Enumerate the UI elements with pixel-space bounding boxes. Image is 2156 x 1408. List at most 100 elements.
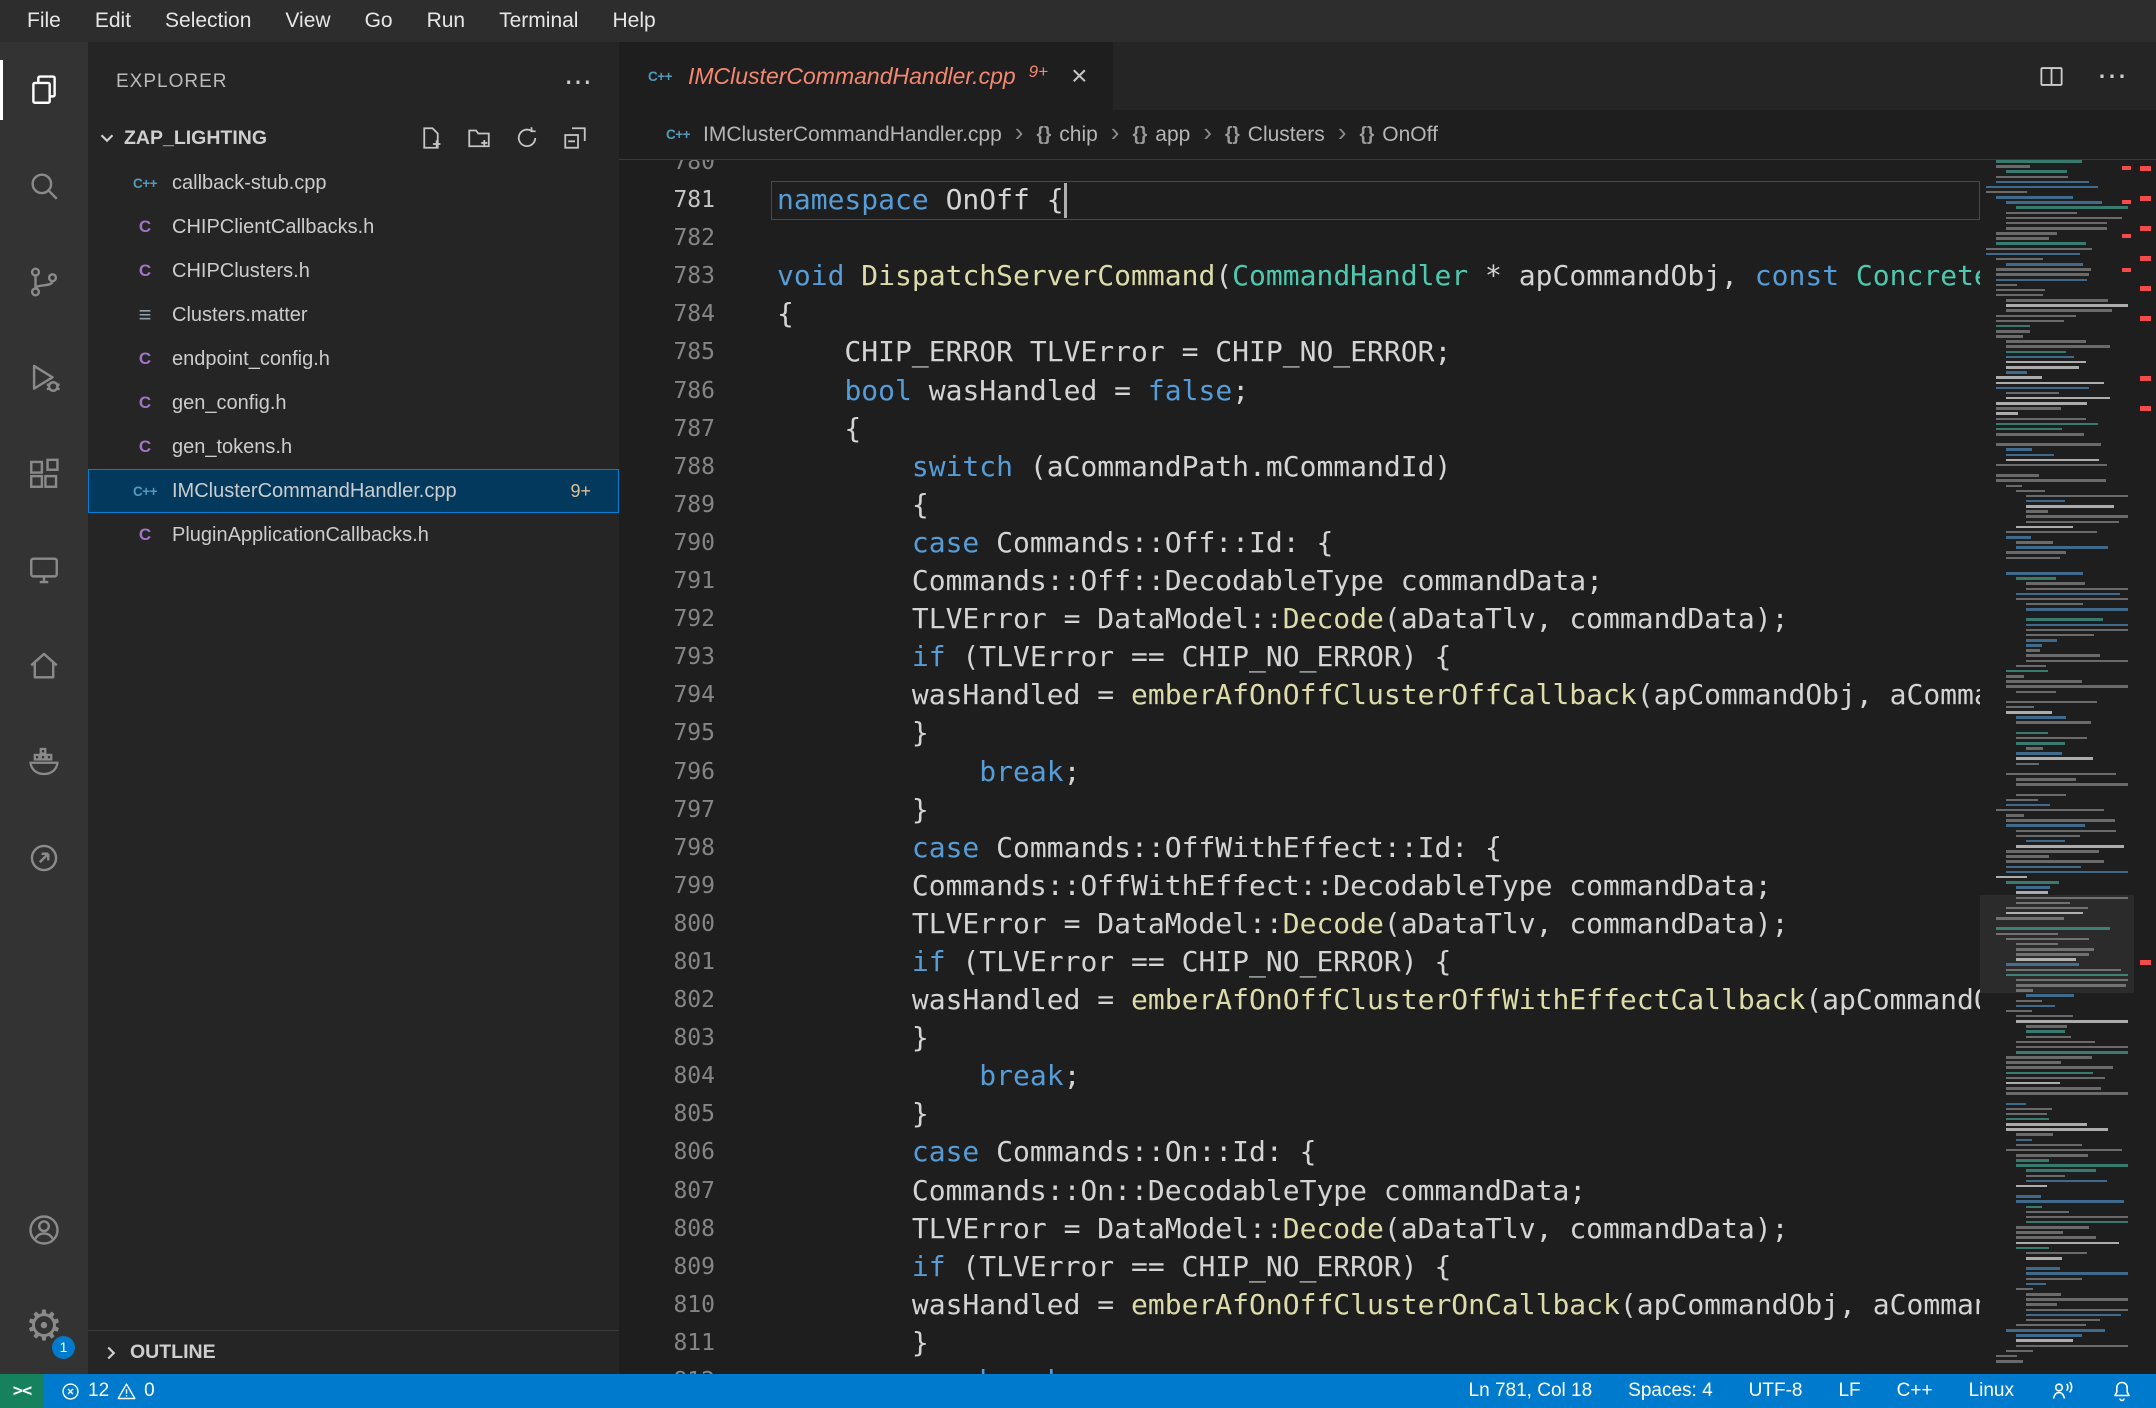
activity-remote-explorer[interactable] bbox=[0, 522, 88, 618]
line-number[interactable]: 802 bbox=[619, 981, 715, 1019]
menu-view[interactable]: View bbox=[268, 0, 347, 42]
new-folder-icon[interactable] bbox=[467, 126, 491, 150]
line-number[interactable]: 809 bbox=[619, 1248, 715, 1286]
code-line[interactable]: } bbox=[777, 714, 1980, 752]
minimap[interactable] bbox=[1980, 160, 2134, 1374]
problems-status[interactable]: 12 0 bbox=[44, 1374, 171, 1408]
code-line[interactable]: { bbox=[777, 295, 1980, 333]
code-line[interactable]: if (TLVError == CHIP_NO_ERROR) { bbox=[777, 1248, 1980, 1286]
menu-edit[interactable]: Edit bbox=[78, 0, 148, 42]
code-line[interactable] bbox=[777, 160, 1980, 181]
code-line[interactable]: } bbox=[777, 1324, 1980, 1362]
code-line[interactable]: TLVError = DataModel::Decode(aDataTlv, c… bbox=[777, 905, 1980, 943]
file-item[interactable]: C PluginApplicationCallbacks.h bbox=[88, 513, 619, 557]
line-number[interactable]: 787 bbox=[619, 410, 715, 448]
feedback-icon[interactable] bbox=[2050, 1379, 2074, 1403]
file-item[interactable]: ≡ Clusters.matter bbox=[88, 293, 619, 337]
line-number[interactable]: 800 bbox=[619, 905, 715, 943]
file-item[interactable]: Cendpoint_config.h bbox=[88, 337, 619, 381]
code-line[interactable]: case Commands::OffWithEffect::Id: { bbox=[777, 829, 1980, 867]
refresh-icon[interactable] bbox=[515, 126, 539, 150]
code-line[interactable]: wasHandled = emberAfOnOffClusterOffWithE… bbox=[777, 981, 1980, 1019]
file-item[interactable]: Cgen_config.h bbox=[88, 381, 619, 425]
line-number[interactable]: 794 bbox=[619, 676, 715, 714]
breadcrumb-symbol[interactable]: OnOff bbox=[1382, 123, 1438, 147]
file-item[interactable]: C CHIPClientCallbacks.h bbox=[88, 205, 619, 249]
activity-account[interactable] bbox=[0, 1182, 88, 1278]
eol-sequence[interactable]: LF bbox=[1838, 1380, 1860, 1402]
line-number[interactable]: 810 bbox=[619, 1286, 715, 1324]
editor-more-icon[interactable]: ⋯ bbox=[2097, 59, 2128, 94]
menu-file[interactable]: File bbox=[10, 0, 78, 42]
new-file-icon[interactable] bbox=[419, 126, 443, 150]
indentation[interactable]: Spaces: 4 bbox=[1628, 1380, 1713, 1402]
tab-imclustercommandhandler[interactable]: C++ IMClusterCommandHandler.cpp 9+ × bbox=[619, 42, 1114, 110]
line-number[interactable]: 792 bbox=[619, 600, 715, 638]
line-number[interactable]: 795 bbox=[619, 714, 715, 752]
line-number[interactable]: 803 bbox=[619, 1019, 715, 1057]
file-item[interactable]: C++ callback-stub.cpp bbox=[88, 161, 619, 205]
line-number[interactable]: 790 bbox=[619, 524, 715, 562]
menu-go[interactable]: Go bbox=[348, 0, 410, 42]
breadcrumb-symbol[interactable]: Clusters bbox=[1248, 123, 1325, 147]
line-number[interactable]: 781 bbox=[619, 181, 715, 219]
folder-section-header[interactable]: ZAP_LIGHTING bbox=[88, 121, 619, 155]
code-line[interactable]: namespace OnOff { bbox=[777, 181, 1980, 219]
code-line[interactable]: } bbox=[777, 1019, 1980, 1057]
remote-indicator[interactable]: >< bbox=[0, 1374, 44, 1408]
menu-terminal[interactable]: Terminal bbox=[482, 0, 595, 42]
line-number[interactable]: 789 bbox=[619, 486, 715, 524]
menu-help[interactable]: Help bbox=[595, 0, 672, 42]
line-number[interactable]: 784 bbox=[619, 295, 715, 333]
code-line[interactable]: wasHandled = emberAfOnOffClusterOnCallba… bbox=[777, 1286, 1980, 1324]
code-line[interactable]: Commands::On::DecodableType commandData; bbox=[777, 1172, 1980, 1210]
line-number[interactable]: 798 bbox=[619, 829, 715, 867]
breadcrumb-symbol[interactable]: chip bbox=[1059, 123, 1098, 147]
line-number[interactable]: 783 bbox=[619, 257, 715, 295]
code-line[interactable]: } bbox=[777, 1095, 1980, 1133]
collapse-all-icon[interactable] bbox=[563, 126, 587, 150]
overview-ruler[interactable] bbox=[2134, 160, 2156, 1374]
activity-source-control[interactable] bbox=[0, 234, 88, 330]
code-line[interactable]: Commands::OffWithEffect::DecodableType c… bbox=[777, 867, 1980, 905]
close-icon[interactable]: × bbox=[1071, 62, 1087, 90]
activity-search[interactable] bbox=[0, 138, 88, 234]
code-line[interactable]: bool wasHandled = false; bbox=[777, 372, 1980, 410]
line-number[interactable]: 786 bbox=[619, 372, 715, 410]
activity-explorer[interactable] bbox=[0, 42, 88, 138]
code-editor[interactable]: 780 781 782 783 784 785 786 787 788 789 790 791 792 7… bbox=[619, 160, 2156, 1374]
line-number[interactable]: 796 bbox=[619, 753, 715, 791]
line-number[interactable]: 793 bbox=[619, 638, 715, 676]
code-line[interactable]: TLVError = DataModel::Decode(aDataTlv, c… bbox=[777, 600, 1980, 638]
code-line[interactable]: { bbox=[777, 410, 1980, 448]
line-number[interactable]: 788 bbox=[619, 448, 715, 486]
line-number[interactable]: 791 bbox=[619, 562, 715, 600]
line-number[interactable]: 806 bbox=[619, 1133, 715, 1171]
line-number[interactable]: 805 bbox=[619, 1095, 715, 1133]
code-line[interactable]: case Commands::On::Id: { bbox=[777, 1133, 1980, 1171]
code-line[interactable]: break; bbox=[777, 753, 1980, 791]
line-number[interactable]: 780 bbox=[619, 160, 715, 181]
file-item[interactable]: C++ IMClusterCommandHandler.cpp 9+ bbox=[88, 469, 619, 513]
code-line[interactable]: if (TLVError == CHIP_NO_ERROR) { bbox=[777, 638, 1980, 676]
line-number[interactable]: 799 bbox=[619, 867, 715, 905]
code-line[interactable]: break; bbox=[777, 1362, 1980, 1374]
activity-live-share[interactable] bbox=[0, 810, 88, 906]
line-number[interactable]: 801 bbox=[619, 943, 715, 981]
line-number[interactable]: 807 bbox=[619, 1172, 715, 1210]
activity-run-debug[interactable] bbox=[0, 330, 88, 426]
line-number[interactable]: 808 bbox=[619, 1210, 715, 1248]
language-mode[interactable]: C++ bbox=[1897, 1380, 1933, 1402]
line-number[interactable]: 812 bbox=[619, 1362, 715, 1374]
views-more-icon[interactable]: ⋯ bbox=[564, 65, 593, 98]
menu-run[interactable]: Run bbox=[410, 0, 483, 42]
line-number[interactable]: 804 bbox=[619, 1057, 715, 1095]
encoding[interactable]: UTF-8 bbox=[1749, 1380, 1803, 1402]
code-line[interactable]: wasHandled = emberAfOnOffClusterOffCallb… bbox=[777, 676, 1980, 714]
line-number[interactable]: 811 bbox=[619, 1324, 715, 1362]
activity-settings[interactable]: ⚙ 1 bbox=[0, 1278, 88, 1374]
remote-os[interactable]: Linux bbox=[1969, 1380, 2014, 1402]
code-line[interactable]: Commands::Off::DecodableType commandData… bbox=[777, 562, 1980, 600]
code-line[interactable]: if (TLVError == CHIP_NO_ERROR) { bbox=[777, 943, 1980, 981]
activity-extensions[interactable] bbox=[0, 426, 88, 522]
